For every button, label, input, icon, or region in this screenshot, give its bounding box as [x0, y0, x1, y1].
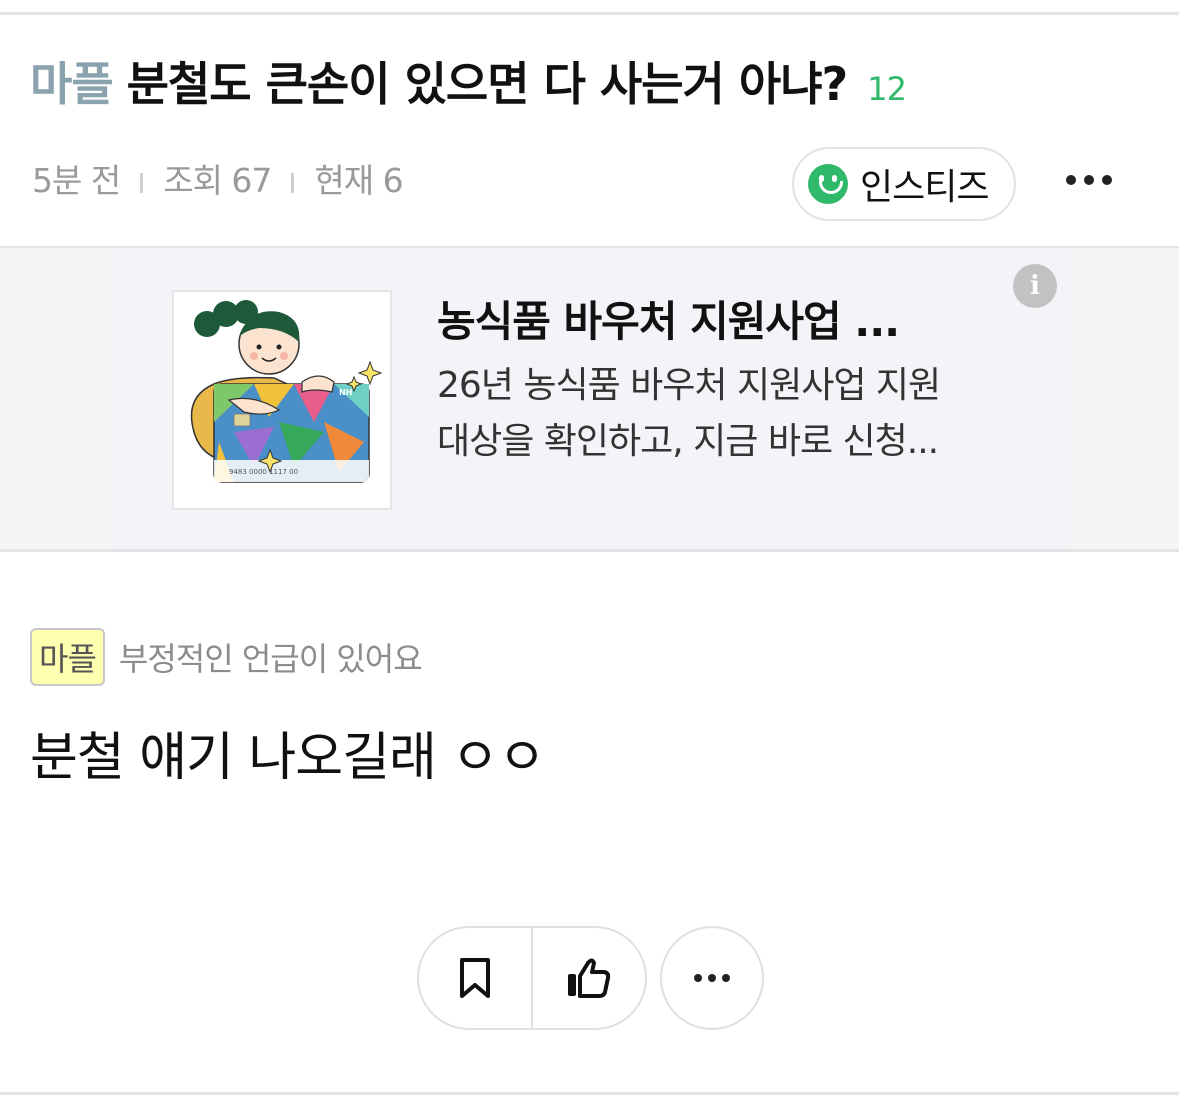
like-button[interactable]	[533, 928, 645, 1028]
post-time: 5분 전	[32, 161, 121, 200]
bottom-divider	[0, 1092, 1179, 1095]
post-body: 분철 얘기 나오길래 ㅇㅇ	[30, 728, 546, 788]
post-actions	[417, 926, 647, 1030]
svg-text:NH: NH	[339, 388, 352, 397]
bookmark-button[interactable]	[419, 928, 531, 1028]
thumbs-up-icon	[568, 958, 611, 998]
post-meta: 5분 전 조회 67 현재 6	[32, 154, 404, 202]
ad-description-line: 대상을 확인하고, 지금 바로 신청...	[437, 421, 939, 462]
more-dots-icon	[694, 974, 702, 982]
author-name: 인스티즈	[860, 167, 989, 208]
post-more-button[interactable]	[660, 926, 764, 1030]
ad-card[interactable]: NH 9483 0000 1117 00 농식품 바우처 지원사업 ... 26…	[110, 248, 1070, 549]
more-dot	[1084, 175, 1094, 185]
more-dots-icon	[1066, 175, 1076, 185]
comment-count[interactable]: 12	[867, 70, 907, 108]
ad-banner: NH 9483 0000 1117 00 농식품 바우처 지원사업 ... 26…	[0, 246, 1179, 552]
more-dot	[1102, 175, 1112, 185]
more-dot	[708, 974, 716, 982]
content-warning-row: 마플 부정적인 언급이 있어요	[30, 628, 423, 686]
ad-description: 26년 농식품 바우처 지원사업 지원 대상을 확인하고, 지금 바로 신청..…	[437, 358, 1037, 470]
post-category[interactable]: 마플	[30, 57, 114, 111]
page: 마플 분철도 큰손이 있으면 다 사는거 아냐? 12 5분 전 조회 67 현재 6 …	[0, 0, 1179, 1097]
post-title-text: 분철도 큰손이 있으면 다 사는거 아냐?	[126, 57, 849, 111]
author-button[interactable]: 인스티즈	[792, 147, 1016, 221]
meta-separator	[291, 172, 295, 193]
view-count: 조회 67	[163, 161, 272, 200]
ad-description-line: 26년 농식품 바우처 지원사업 지원	[437, 365, 941, 406]
ad-thumbnail: NH 9483 0000 1117 00	[172, 290, 392, 510]
ad-illustration: NH 9483 0000 1117 00	[190, 300, 383, 483]
post-title: 마플 분철도 큰손이 있으면 다 사는거 아냐? 12	[30, 48, 907, 114]
svg-text:9483 0000 1117 00: 9483 0000 1117 00	[229, 468, 298, 476]
category-badge: 마플	[30, 628, 105, 686]
more-dot	[722, 974, 730, 982]
meta-separator	[140, 172, 144, 193]
bookmark-icon	[460, 958, 490, 998]
ad-title[interactable]: 농식품 바우처 지원사업 ...	[437, 288, 900, 349]
smiley-icon	[808, 164, 848, 204]
info-icon[interactable]: i	[1013, 264, 1057, 308]
header-more-button[interactable]	[1062, 170, 1116, 190]
current-viewers: 현재 6	[314, 161, 403, 200]
top-divider	[0, 12, 1179, 15]
warning-note: 부정적인 언급이 있어요	[118, 640, 423, 678]
